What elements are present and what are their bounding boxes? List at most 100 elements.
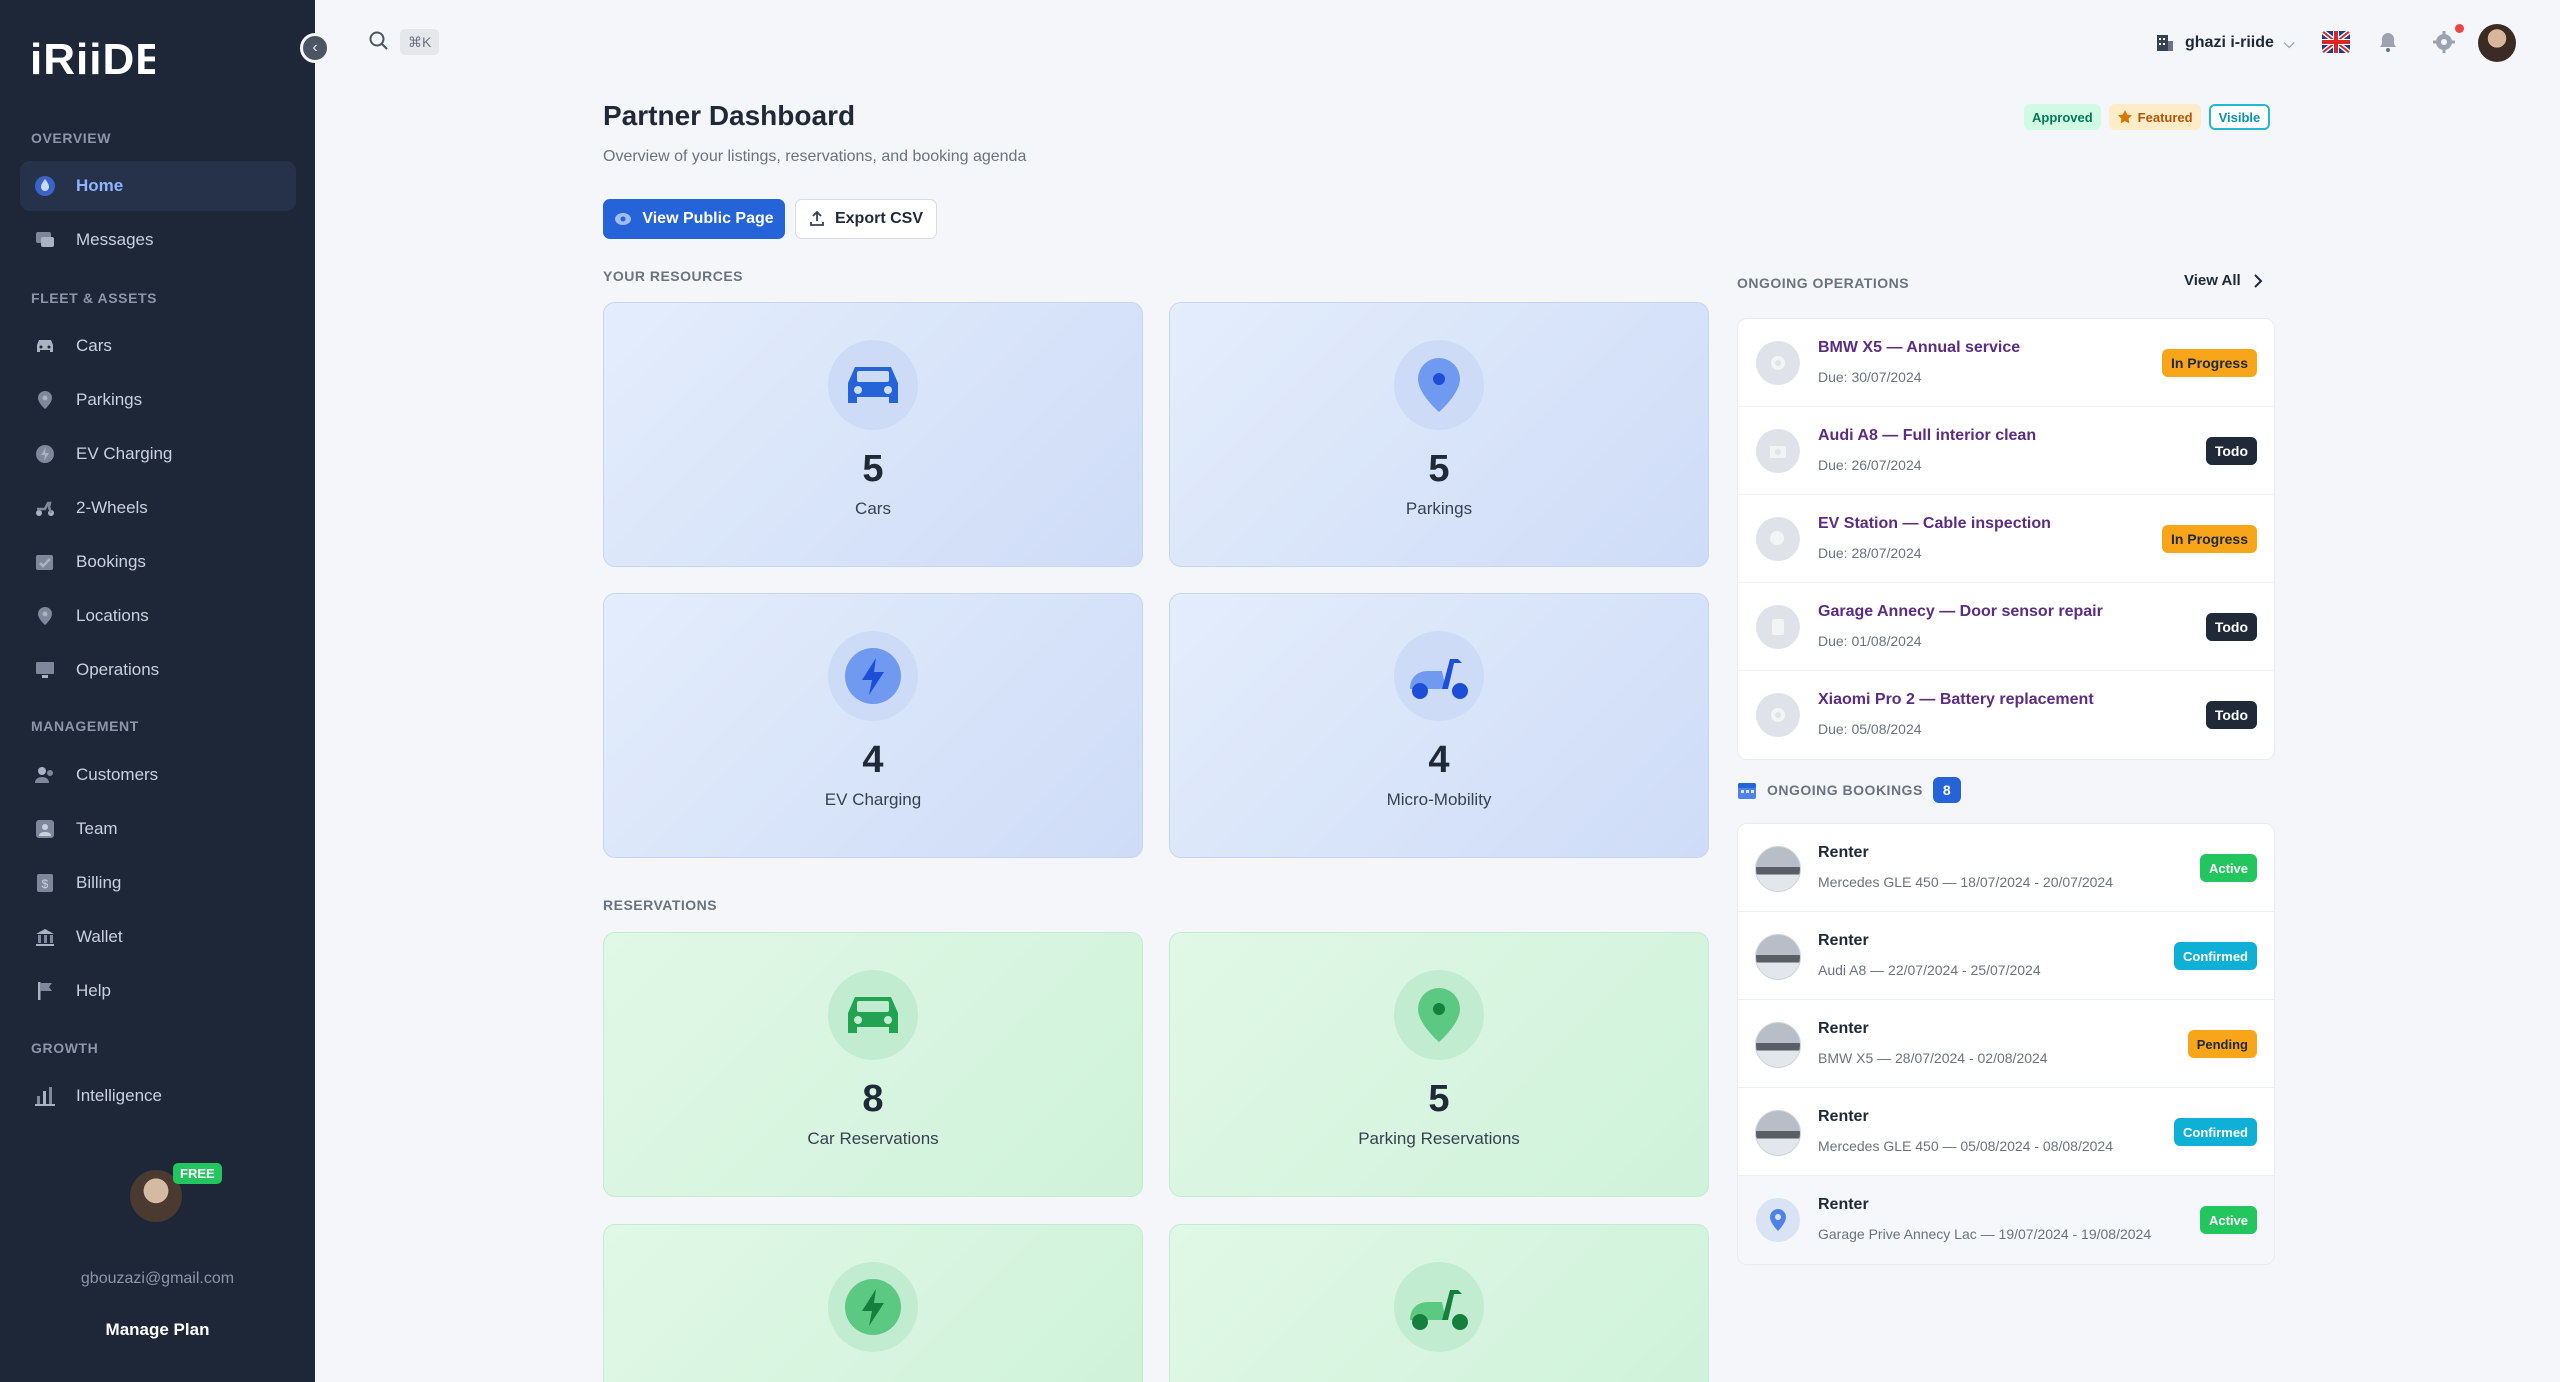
booking-renter: Renter: [1818, 1108, 1869, 1125]
operation-status-badge: Todo: [2205, 437, 2257, 465]
view-all-link[interactable]: View All: [2184, 272, 2263, 289]
featured-badge: Featured: [2108, 104, 2201, 130]
sidebar-item-2-wheels[interactable]: 2-Wheels: [20, 483, 296, 533]
map-pin-icon: [34, 605, 56, 627]
sidebar-item-locations[interactable]: Locations: [20, 591, 296, 641]
operation-row[interactable]: BMW X5 — Annual service Due: 30/07/2024 …: [1738, 319, 2274, 407]
booking-row[interactable]: Renter Mercedes GLE 450 — 18/07/2024 - 2…: [1738, 824, 2274, 912]
plan-badge: FREE: [173, 1163, 222, 1184]
reservations-label: RESERVATIONS: [603, 897, 718, 913]
operation-status-badge: In Progress: [2161, 349, 2257, 377]
reservation-card-parkings[interactable]: 5 Parking Reservations: [1169, 932, 1709, 1197]
monitor-icon: [34, 659, 56, 681]
operation-row[interactable]: Audi A8 — Full interior clean Due: 26/07…: [1738, 407, 2274, 495]
sidebar-item-ev-charging[interactable]: EV Charging: [20, 429, 296, 479]
section-growth: GROWTH: [31, 1040, 99, 1056]
booking-detail: Garage Prive Annecy Lac — 19/07/2024 - 1…: [1818, 1226, 2152, 1242]
resource-card-parkings[interactable]: 5 Parkings: [1169, 302, 1709, 567]
operation-title: Xiaomi Pro 2 — Battery replacement: [1818, 691, 2094, 708]
sidebar-item-home[interactable]: Home: [20, 161, 296, 211]
scooter-icon: [1394, 631, 1484, 721]
gear-icon: [1756, 341, 1800, 385]
reservation-card-ev-charging[interactable]: [603, 1224, 1143, 1382]
sidebar-item-intelligence[interactable]: Intelligence: [20, 1071, 296, 1121]
uk-flag-icon[interactable]: [2322, 31, 2350, 53]
resource-card-micro-mobility[interactable]: 4 Micro-Mobility: [1169, 593, 1709, 858]
sidebar-item-cars[interactable]: Cars: [20, 321, 296, 371]
sidebar-item-help[interactable]: Help: [20, 966, 296, 1016]
resource-card-cars[interactable]: 5 Cars: [603, 302, 1143, 567]
view-all-label: View All: [2184, 272, 2241, 289]
resource-label: Micro-Mobility: [1386, 790, 1492, 809]
operation-status-badge: Todo: [2205, 613, 2257, 641]
star-icon: [2117, 110, 2132, 124]
svg-text:iRiiDE: iRiiDE: [30, 35, 155, 84]
sidebar-item-parkings[interactable]: Parkings: [20, 375, 296, 425]
operation-due: Due: 26/07/2024: [1818, 457, 1922, 473]
booking-status-badge: Active: [2199, 1206, 2257, 1234]
operation-status-badge: In Progress: [2161, 525, 2257, 553]
operation-due: Due: 28/07/2024: [1818, 545, 1922, 561]
operation-row[interactable]: Garage Annecy — Door sensor repair Due: …: [1738, 583, 2274, 671]
operation-title: Audi A8 — Full interior clean: [1818, 427, 2037, 444]
organization-switcher[interactable]: ghazi i-riide ⌵: [2155, 29, 2295, 57]
sidebar-item-bookings[interactable]: Bookings: [20, 537, 296, 587]
sidebar-item-label: Home: [76, 176, 124, 195]
operation-row[interactable]: EV Station — Cable inspection Due: 28/07…: [1738, 495, 2274, 583]
booking-detail: Audi A8 — 22/07/2024 - 25/07/2024: [1818, 962, 2041, 978]
sidebar-collapse-button[interactable]: ‹: [300, 33, 330, 63]
chevron-left-icon: ‹: [312, 39, 318, 56]
featured-label: Featured: [2137, 109, 2193, 125]
bar-chart-icon: [34, 1085, 56, 1107]
section-fleet-assets: FLEET & ASSETS: [31, 290, 158, 306]
user-avatar[interactable]: [2478, 24, 2516, 62]
booking-row[interactable]: Renter Audi A8 — 22/07/2024 - 25/07/2024…: [1738, 912, 2274, 1000]
sidebar-item-customers[interactable]: Customers: [20, 750, 296, 800]
resource-card-ev-charging[interactable]: 4 EV Charging: [603, 593, 1143, 858]
bank-icon: [34, 926, 56, 948]
car-thumbnail: [1755, 934, 1801, 980]
booking-row[interactable]: Renter Mercedes GLE 450 — 05/08/2024 - 0…: [1738, 1088, 2274, 1176]
export-csv-button[interactable]: Export CSV: [795, 199, 937, 239]
iriide-logo[interactable]: iRiiDE: [30, 24, 155, 84]
gear-icon[interactable]: [2430, 28, 2458, 56]
sidebar-item-label: Messages: [76, 230, 154, 249]
booking-row[interactable]: Renter Garage Prive Annecy Lac — 19/07/2…: [1738, 1176, 2274, 1264]
view-public-page-label: View Public Page: [642, 210, 774, 227]
car-icon: [34, 335, 56, 357]
scooter-icon: [1394, 1262, 1484, 1352]
booking-detail: Mercedes GLE 450 — 05/08/2024 - 08/08/20…: [1818, 1138, 2113, 1154]
sidebar-item-label: Customers: [76, 765, 159, 784]
users-icon: [34, 764, 56, 786]
reservation-card-cars[interactable]: 8 Car Reservations: [603, 932, 1143, 1197]
operation-title: Garage Annecy — Door sensor repair: [1818, 603, 2103, 620]
sidebar-item-label: Help: [76, 981, 111, 1000]
booking-row[interactable]: Renter BMW X5 — 28/07/2024 - 02/08/2024 …: [1738, 1000, 2274, 1088]
sidebar-item-operations[interactable]: Operations: [20, 645, 296, 695]
search-shortcut[interactable]: ⌘K: [400, 29, 440, 55]
chevron-down-icon: ⌵: [2283, 34, 2295, 51]
sidebar-item-billing[interactable]: $ Billing: [20, 858, 296, 908]
booking-detail: Mercedes GLE 450 — 18/07/2024 - 20/07/20…: [1818, 874, 2113, 890]
lightning-icon: [34, 443, 56, 465]
search-icon[interactable]: [368, 30, 390, 52]
reservation-card-micro-mobility[interactable]: [1169, 1224, 1709, 1382]
sidebar-item-messages[interactable]: Messages: [20, 215, 296, 265]
sidebar-item-label: 2-Wheels: [76, 498, 148, 517]
resource-count: 4: [862, 739, 884, 781]
operation-due: Due: 05/08/2024: [1818, 721, 1922, 737]
sidebar-item-team[interactable]: Team: [20, 804, 296, 854]
operation-due: Due: 01/08/2024: [1818, 633, 1922, 649]
reservation-count: 8: [862, 1078, 884, 1120]
upload-icon: [810, 211, 824, 226]
sidebar-item-wallet[interactable]: Wallet: [20, 912, 296, 962]
lightning-icon: [828, 631, 918, 721]
view-public-page-button[interactable]: View Public Page: [603, 199, 785, 239]
manage-plan-button[interactable]: Manage Plan: [90, 1315, 225, 1345]
ongoing-operations-label: ONGOING OPERATIONS: [1737, 275, 1910, 291]
car-thumbnail: [1755, 1110, 1801, 1156]
operation-title: EV Station — Cable inspection: [1818, 515, 2051, 532]
operation-row[interactable]: Xiaomi Pro 2 — Battery replacement Due: …: [1738, 671, 2274, 759]
profile-email: gbouzazi@gmail.com: [80, 1270, 235, 1287]
bell-icon[interactable]: [2374, 28, 2402, 56]
